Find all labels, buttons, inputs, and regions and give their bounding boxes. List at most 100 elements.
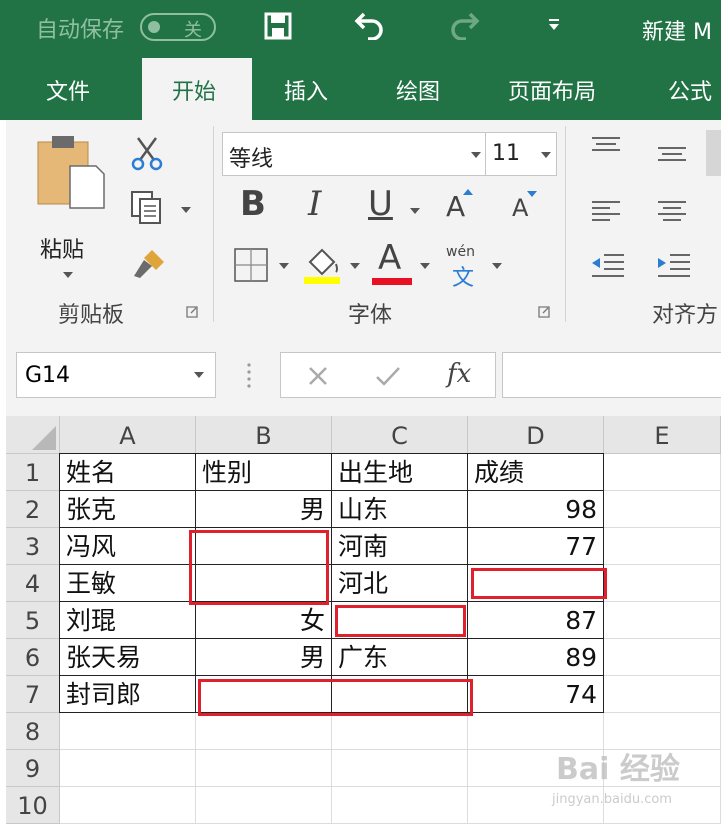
- autosave-toggle[interactable]: 关: [140, 13, 216, 41]
- middle-align-icon[interactable]: [656, 146, 688, 170]
- italic-button[interactable]: I: [308, 184, 321, 224]
- cell-e5[interactable]: [604, 602, 721, 639]
- cell-b8[interactable]: [196, 713, 332, 750]
- paste-label[interactable]: 粘贴: [40, 232, 84, 264]
- cell-a4[interactable]: 王敏: [59, 564, 196, 602]
- cell-c4[interactable]: 河北: [331, 564, 468, 602]
- cell-e1[interactable]: [604, 454, 721, 491]
- cell-a1[interactable]: 姓名: [59, 453, 196, 491]
- formula-input[interactable]: [502, 352, 721, 398]
- row-header-7[interactable]: 7: [6, 676, 60, 713]
- bold-button[interactable]: B: [240, 184, 266, 224]
- copy-icon[interactable]: [130, 190, 164, 226]
- fill-color-icon[interactable]: [302, 244, 342, 284]
- cell-c1[interactable]: 出生地: [331, 453, 468, 491]
- tab-page-layout[interactable]: 页面布局: [508, 74, 596, 106]
- decrease-indent-icon[interactable]: [590, 252, 626, 280]
- font-size-dropdown-icon[interactable]: [541, 152, 551, 158]
- row-header-5[interactable]: 5: [6, 602, 60, 639]
- row-header-1[interactable]: 1: [6, 454, 60, 491]
- font-name-dropdown-icon[interactable]: [471, 152, 481, 158]
- cell-c3[interactable]: 河南: [331, 527, 468, 565]
- insert-function-button[interactable]: fx: [447, 359, 471, 389]
- copy-dropdown-icon[interactable]: [181, 207, 191, 213]
- cell-b5[interactable]: 女: [195, 601, 332, 639]
- cell-a7[interactable]: 封司郎: [59, 675, 196, 713]
- row-header-4[interactable]: 4: [6, 565, 60, 602]
- borders-dropdown-icon[interactable]: [279, 263, 289, 269]
- tab-home[interactable]: 开始: [172, 74, 216, 106]
- row-header-10[interactable]: 10: [6, 787, 60, 824]
- column-header-d[interactable]: D: [468, 416, 604, 454]
- cell-d3[interactable]: 77: [467, 527, 604, 565]
- cell-e3[interactable]: [604, 528, 721, 565]
- format-painter-icon[interactable]: [130, 246, 168, 282]
- cell-e6[interactable]: [604, 639, 721, 676]
- paste-dropdown-icon[interactable]: [63, 272, 73, 278]
- name-box-dropdown-icon[interactable]: [194, 372, 204, 378]
- undo-icon[interactable]: [354, 10, 386, 40]
- cell-d5[interactable]: 87: [467, 601, 604, 639]
- increase-indent-icon[interactable]: [656, 252, 692, 280]
- cell-d6[interactable]: 89: [467, 638, 604, 676]
- cell-c8[interactable]: [332, 713, 468, 750]
- column-header-c[interactable]: C: [332, 416, 468, 454]
- cell-e7[interactable]: [604, 676, 721, 713]
- row-header-9[interactable]: 9: [6, 750, 60, 787]
- cut-icon[interactable]: [130, 136, 164, 172]
- cell-d7[interactable]: 74: [467, 675, 604, 713]
- fill-color-dropdown-icon[interactable]: [350, 263, 360, 269]
- save-icon[interactable]: [264, 12, 292, 40]
- clipboard-launcher-icon[interactable]: [186, 306, 198, 318]
- redo-icon[interactable]: [448, 10, 480, 40]
- cell-a5[interactable]: 刘琨: [59, 601, 196, 639]
- align-center-icon[interactable]: [656, 200, 688, 224]
- tab-file[interactable]: 文件: [46, 74, 90, 106]
- phonetic-top[interactable]: wén: [446, 244, 475, 260]
- cell-a10[interactable]: [60, 787, 196, 824]
- align-left-icon[interactable]: [590, 200, 622, 224]
- formula-bar-grip-icon[interactable]: [246, 362, 252, 388]
- font-color-button[interactable]: A: [378, 238, 401, 278]
- shrink-font-button[interactable]: A: [512, 194, 528, 222]
- cell-c10[interactable]: [332, 787, 468, 824]
- cell-b10[interactable]: [196, 787, 332, 824]
- cell-a3[interactable]: 冯风: [59, 527, 196, 565]
- tab-formulas[interactable]: 公式: [668, 74, 712, 106]
- customize-toolbar-icon[interactable]: [548, 18, 560, 32]
- underline-dropdown-icon[interactable]: [410, 208, 420, 214]
- cell-a6[interactable]: 张天易: [59, 638, 196, 676]
- column-header-a[interactable]: A: [60, 416, 196, 454]
- top-align-icon[interactable]: [590, 136, 622, 160]
- orientation-button[interactable]: [706, 130, 721, 176]
- row-header-3[interactable]: 3: [6, 528, 60, 565]
- font-color-dropdown-icon[interactable]: [420, 263, 430, 269]
- cell-c9[interactable]: [332, 750, 468, 787]
- row-header-8[interactable]: 8: [6, 713, 60, 750]
- cell-d2[interactable]: 98: [467, 490, 604, 528]
- cell-c2[interactable]: 山东: [331, 490, 468, 528]
- cell-c6[interactable]: 广东: [331, 638, 468, 676]
- row-header-6[interactable]: 6: [6, 639, 60, 676]
- cell-e2[interactable]: [604, 491, 721, 528]
- cell-b2[interactable]: 男: [195, 490, 332, 528]
- enter-check-icon[interactable]: [375, 365, 401, 387]
- cell-b9[interactable]: [196, 750, 332, 787]
- cell-a8[interactable]: [60, 713, 196, 750]
- phonetic-dropdown-icon[interactable]: [492, 263, 502, 269]
- phonetic-button[interactable]: 文: [452, 260, 474, 292]
- select-all-corner[interactable]: [6, 416, 60, 454]
- cell-e4[interactable]: [604, 565, 721, 602]
- tab-draw[interactable]: 绘图: [396, 74, 440, 106]
- column-header-e[interactable]: E: [604, 416, 721, 454]
- underline-button[interactable]: U: [368, 184, 393, 224]
- paste-icon[interactable]: [34, 132, 108, 210]
- borders-icon[interactable]: [234, 248, 268, 282]
- tab-insert[interactable]: 插入: [284, 74, 328, 106]
- font-launcher-icon[interactable]: [538, 306, 550, 318]
- name-box[interactable]: G14: [16, 352, 216, 398]
- font-name-box[interactable]: 等线: [222, 132, 486, 176]
- column-header-b[interactable]: B: [196, 416, 332, 454]
- cancel-icon[interactable]: [307, 365, 329, 387]
- cell-a2[interactable]: 张克: [59, 490, 196, 528]
